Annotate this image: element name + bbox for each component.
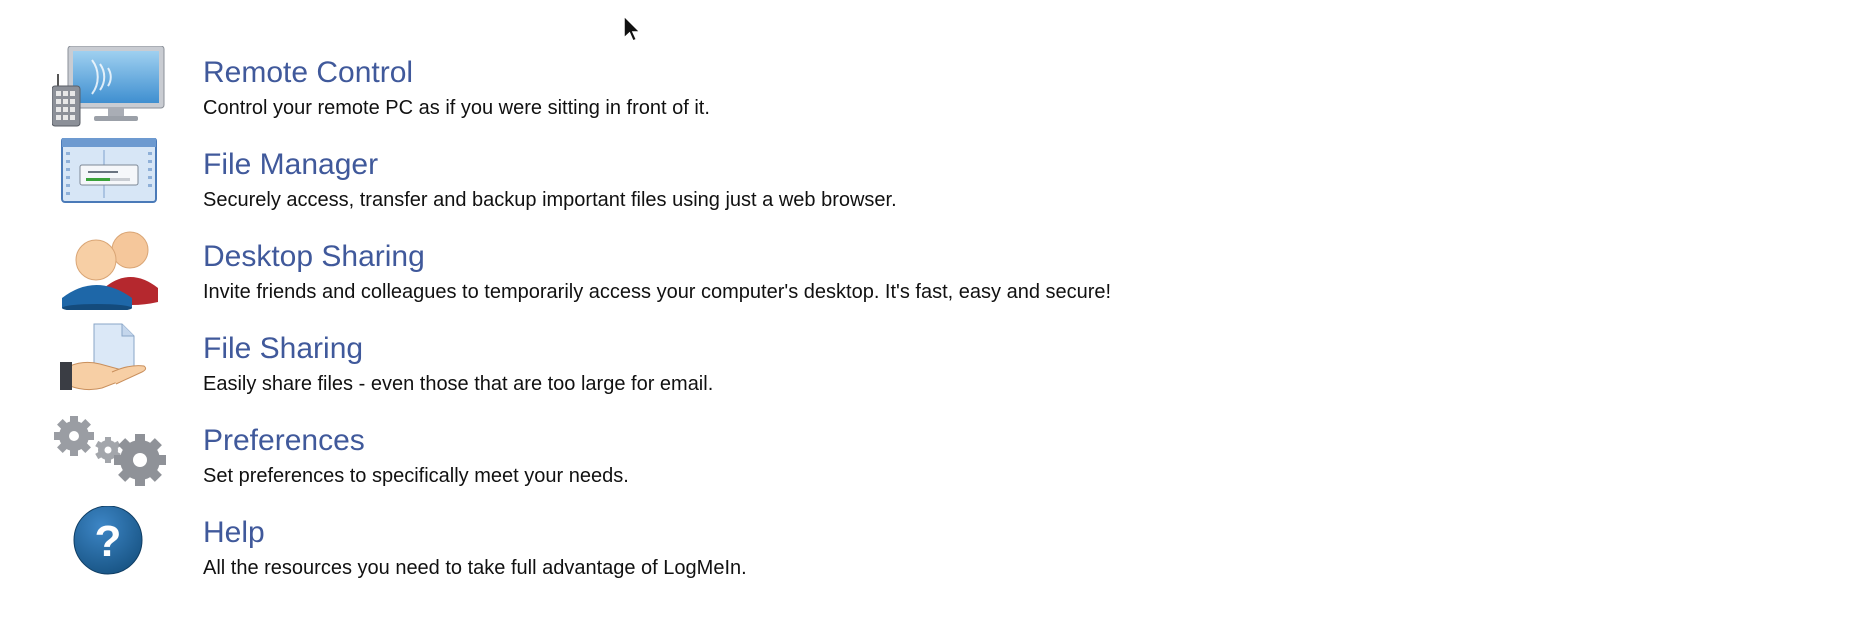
menu-item-title[interactable]: File Manager bbox=[203, 148, 378, 182]
remote-control-monitor-icon bbox=[52, 46, 172, 127]
menu-item-title[interactable]: Remote Control bbox=[203, 56, 413, 90]
menu-item-desktop-sharing[interactable]: Desktop Sharing Invite friends and colle… bbox=[0, 230, 1300, 322]
gears-icon bbox=[52, 414, 172, 494]
menu-item-file-sharing[interactable]: File Sharing Easily share files - even t… bbox=[0, 322, 1300, 414]
users-icon bbox=[52, 230, 172, 310]
menu-item-title[interactable]: Desktop Sharing bbox=[203, 240, 425, 274]
menu-item-title[interactable]: Preferences bbox=[203, 424, 365, 458]
hand-document-icon bbox=[52, 322, 172, 402]
menu-item-description: Invite friends and colleagues to tempora… bbox=[203, 281, 1112, 303]
menu-item-description: Easily share files - even those that are… bbox=[203, 373, 714, 395]
mouse-pointer-icon bbox=[622, 14, 644, 49]
file-manager-window-icon bbox=[52, 138, 172, 218]
menu-item-preferences[interactable]: Preferences Set preferences to specifica… bbox=[0, 414, 1300, 506]
main-menu: Remote Control Control your remote PC as… bbox=[0, 0, 1862, 620]
svg-text:?: ? bbox=[95, 517, 122, 566]
menu-item-title[interactable]: Help bbox=[203, 516, 265, 550]
menu-item-remote-control[interactable]: Remote Control Control your remote PC as… bbox=[0, 46, 1300, 138]
help-question-icon: ? bbox=[52, 506, 172, 586]
menu-item-file-manager[interactable]: File Manager Securely access, transfer a… bbox=[0, 138, 1300, 230]
menu-item-help[interactable]: ? Help All the resources you need to tak… bbox=[0, 506, 1300, 598]
menu-item-description: Securely access, transfer and backup imp… bbox=[203, 189, 897, 211]
menu-item-title[interactable]: File Sharing bbox=[203, 332, 363, 366]
menu-item-description: All the resources you need to take full … bbox=[203, 557, 747, 579]
menu-item-description: Set preferences to specifically meet you… bbox=[203, 465, 629, 487]
menu-item-description: Control your remote PC as if you were si… bbox=[203, 97, 710, 119]
